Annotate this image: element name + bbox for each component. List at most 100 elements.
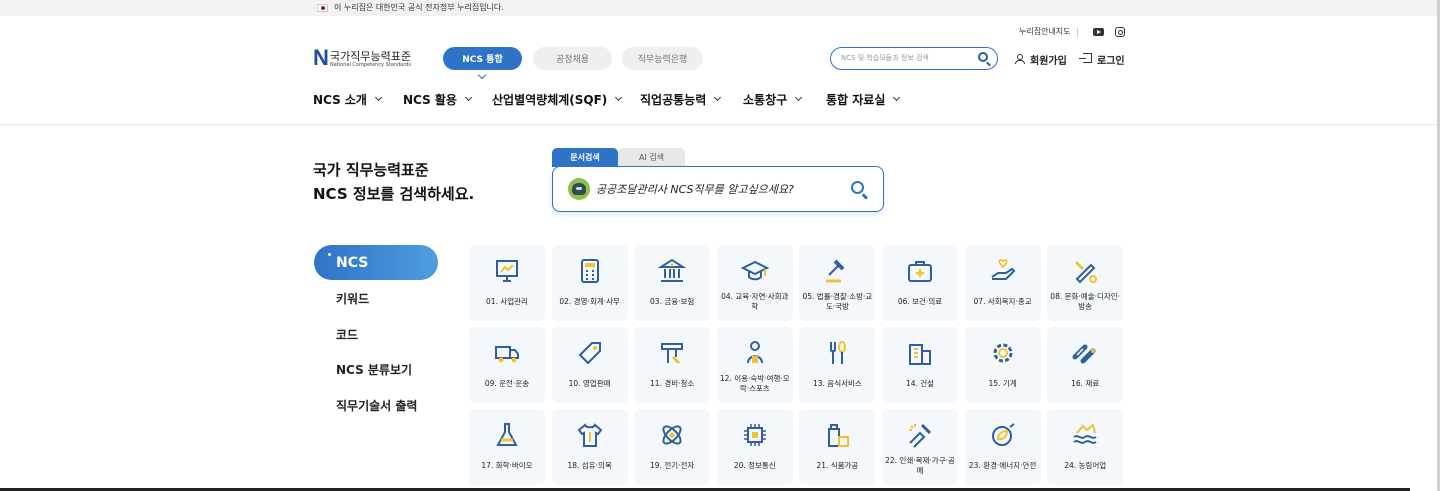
category-label: 03. 금융·보험 <box>650 297 695 306</box>
category-label: 18. 섬유·의복 <box>567 461 612 470</box>
category-card[interactable]: 23. 환경·에너지·안전 <box>964 409 1041 485</box>
gnb-ncs-use[interactable]: NCS 활용 <box>403 91 473 108</box>
chevron-down-icon <box>477 70 487 80</box>
chevron-down-icon <box>615 93 623 102</box>
gnb-label: NCS 활용 <box>403 93 457 107</box>
search-icon[interactable] <box>851 181 864 194</box>
tab-document-search[interactable]: 문서검색 <box>552 148 618 167</box>
gnb-common-competency[interactable]: 직업공통능력 <box>640 91 722 108</box>
gear-icon <box>989 339 1017 367</box>
category-card[interactable]: 12. 이용·숙박·여행·오락·스포츠 <box>716 327 793 403</box>
gnb-communication[interactable]: 소통창구 <box>743 91 803 108</box>
chip-icon <box>741 421 769 449</box>
category-card[interactable]: 06. 보건·의료 <box>882 245 958 321</box>
category-card[interactable]: 16. 재료 <box>1047 327 1124 403</box>
search-prompt-text[interactable]: 공공조달관리사 NCS직무를 알고싶으세요? <box>596 181 794 197</box>
logo-text-en: National Competency Standards <box>330 62 411 68</box>
eco-energy-icon <box>989 421 1017 449</box>
hero-title: 국가 직무능력표준 NCS 정보를 검색하세요. <box>313 158 474 206</box>
category-label: 21. 식품가공 <box>816 461 859 470</box>
category-card[interactable]: 07. 사회복지·종교 <box>964 245 1041 321</box>
search-icon[interactable] <box>978 52 988 62</box>
side-menu-job-description[interactable]: 직무기술서 출력 <box>336 397 417 414</box>
category-card[interactable]: 11. 경비·청소 <box>634 327 711 403</box>
category-card[interactable]: 02. 경영·회계·사무 <box>551 245 628 321</box>
chevron-down-icon <box>374 93 383 102</box>
category-label: 10. 영업판매 <box>568 379 611 388</box>
gavel-icon <box>823 257 851 285</box>
category-card[interactable]: 09. 운전·운송 <box>469 327 545 403</box>
building-icon <box>906 339 934 367</box>
gov-notice-text: 이 누리집은 대한민국 공식 전자정부 누리집입니다. <box>334 3 504 12</box>
traveler-icon <box>741 339 769 367</box>
farming-icon <box>1071 421 1099 449</box>
side-menu-code[interactable]: 코드 <box>336 326 358 343</box>
category-label: 13. 음식서비스 <box>812 379 862 388</box>
category-card[interactable]: 01. 사업관리 <box>469 245 545 321</box>
category-card[interactable]: 19. 전기·전자 <box>634 409 711 485</box>
divider <box>1077 28 1078 37</box>
side-menu-ncs[interactable]: NCS <box>314 245 438 280</box>
category-card[interactable]: 13. 음식서비스 <box>799 327 876 403</box>
category-card[interactable]: 15. 기계 <box>964 327 1041 403</box>
category-card[interactable]: 17. 화학·바이오 <box>469 409 545 485</box>
truck-icon <box>493 339 521 367</box>
category-card[interactable]: 10. 영업판매 <box>551 327 628 403</box>
header-search-input[interactable] <box>841 51 971 65</box>
login-link[interactable]: 로그인 <box>1097 52 1125 67</box>
category-label: 20. 정보통신 <box>733 461 776 470</box>
hand-heart-icon <box>989 257 1017 285</box>
gnb-ncs-intro[interactable]: NCS 소개 <box>313 91 383 108</box>
bank-icon <box>658 257 687 285</box>
tab-ai-search[interactable]: AI 검색 <box>618 148 685 167</box>
gnb-sqf[interactable]: 산업별역량체계(SQF) <box>492 91 623 108</box>
tab-competency-bank[interactable]: 직무능력은행 <box>622 47 703 70</box>
category-card[interactable]: 14. 건설 <box>882 327 958 403</box>
category-label: 09. 운전·운송 <box>484 379 530 388</box>
category-label: 17. 화학·바이오 <box>481 461 533 470</box>
chevron-down-icon <box>795 93 803 102</box>
category-card[interactable]: 05. 법률·경찰·소방·교도·국방 <box>799 245 876 321</box>
category-label: 15. 기계 <box>988 379 1017 388</box>
category-card[interactable]: 24. 농림어업 <box>1047 409 1124 485</box>
header-search <box>830 47 998 70</box>
instagram-icon[interactable] <box>1115 27 1125 37</box>
sitemap-link[interactable]: 누리집안내지도 <box>1019 26 1071 37</box>
category-card[interactable]: 22. 인쇄·목재·가구·공예 <box>882 409 958 485</box>
hero-title-line1: 국가 직무능력표준 <box>313 161 429 179</box>
gnb-label: 통합 자료실 <box>826 93 886 107</box>
category-label: 04. 교육·자연·사회과학 <box>721 292 789 311</box>
chevron-down-icon <box>464 93 473 102</box>
category-card[interactable]: 04. 교육·자연·사회과학 <box>716 245 793 321</box>
category-card[interactable]: 20. 정보통신 <box>716 409 793 485</box>
price-tag-icon <box>576 339 604 367</box>
atom-icon <box>658 421 686 449</box>
category-label: 02. 경영·회계·사무 <box>559 297 620 306</box>
category-card[interactable]: 03. 금융·보험 <box>634 245 711 321</box>
gnb-label: 직업공통능력 <box>640 93 707 107</box>
side-menu-classification[interactable]: NCS 분류보기 <box>336 361 412 378</box>
side-menu-keyword[interactable]: 키워드 <box>336 290 369 307</box>
graduation-cap-icon <box>740 257 769 285</box>
cleaning-icon <box>658 339 686 367</box>
category-card[interactable]: 18. 섬유·의복 <box>551 409 628 485</box>
category-label: 16. 재료 <box>1071 379 1100 388</box>
youtube-icon[interactable] <box>1093 28 1104 36</box>
category-card[interactable]: 21. 식품가공 <box>799 409 876 485</box>
fork-spoon-icon <box>823 339 851 367</box>
category-label: 08. 문화·예술·디자인·방송 <box>1050 292 1121 311</box>
korea-flag-icon <box>317 4 328 12</box>
gnb-label: 산업별역량체계(SQF) <box>492 93 608 107</box>
tab-ncs-integrated[interactable]: NCS 통합 <box>443 47 522 70</box>
main-search-box[interactable]: 공공조달관리사 NCS직무를 알고싶으세요? <box>552 166 884 212</box>
presentation-board-icon <box>493 257 521 285</box>
design-tools-icon <box>1071 257 1099 285</box>
signup-link[interactable]: 회원가입 <box>1030 52 1067 67</box>
category-card[interactable]: 08. 문화·예술·디자인·방송 <box>1047 245 1124 321</box>
category-label: 23. 환경·에너지·안전 <box>968 461 1037 470</box>
pipes-icon <box>1071 339 1099 367</box>
chevron-down-icon <box>714 93 722 102</box>
tab-fair-hiring[interactable]: 공정채용 <box>533 47 612 70</box>
gnb-archive[interactable]: 통합 자료실 <box>826 91 901 108</box>
flask-icon <box>493 421 521 449</box>
